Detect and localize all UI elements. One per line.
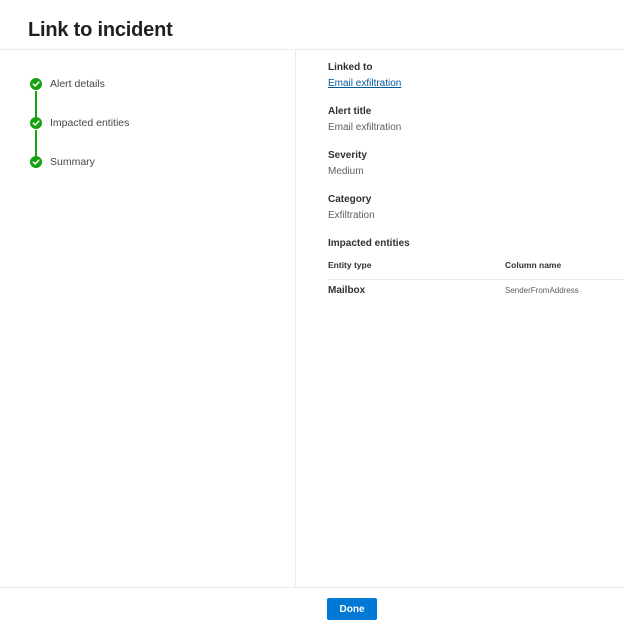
severity-label: Severity: [328, 150, 367, 161]
panel-footer: Done: [0, 587, 624, 625]
category-label: Category: [328, 194, 372, 205]
linked-to-label: Linked to: [328, 62, 373, 73]
step-impacted-entities[interactable]: Impacted entities: [30, 113, 129, 133]
impacted-entities-table: Entity type Column name Mailbox SenderFr…: [328, 251, 624, 302]
checkmark-circle-icon: [30, 78, 42, 90]
severity-field: Severity Medium: [328, 150, 367, 177]
wizard-steps: Alert details Impacted entities Summary: [0, 50, 296, 587]
category-field: Category Exfiltration: [328, 194, 375, 221]
alert-title-label: Alert title: [328, 106, 372, 117]
table-header: Entity type Column name: [328, 251, 624, 280]
linked-to-field: Linked to Email exfiltration: [328, 62, 401, 89]
impacted-entities-label: Impacted entities: [328, 238, 410, 249]
step-alert-details[interactable]: Alert details: [30, 74, 105, 94]
checkmark-circle-icon: [30, 156, 42, 168]
table-row: Mailbox SenderFromAddress: [328, 280, 624, 302]
done-button[interactable]: Done: [327, 598, 377, 620]
panel-title: Link to incident: [28, 19, 173, 41]
column-header-entity-type: Entity type: [328, 260, 372, 270]
summary-section: Linked to Email exfiltration Alert title…: [297, 50, 624, 587]
column-header-column-name: Column name: [505, 260, 562, 270]
step-summary[interactable]: Summary: [30, 152, 95, 172]
alert-title-value: Email exfiltration: [328, 122, 402, 133]
step-label: Alert details: [50, 78, 105, 90]
column-name-cell: SenderFromAddress: [505, 286, 579, 295]
panel-header: Link to incident: [0, 0, 624, 50]
step-label: Summary: [50, 156, 95, 168]
category-value: Exfiltration: [328, 210, 375, 221]
step-label: Impacted entities: [50, 117, 130, 129]
entity-type-cell: Mailbox: [328, 285, 366, 296]
severity-value: Medium: [328, 166, 364, 177]
linked-incident-link[interactable]: Email exfiltration: [328, 78, 401, 89]
link-to-incident-panel: Link to incident Alert details Impacted …: [0, 0, 624, 625]
impacted-entities-heading: Impacted entities: [328, 238, 410, 249]
alert-title-field: Alert title Email exfiltration: [328, 106, 401, 133]
checkmark-circle-icon: [30, 117, 42, 129]
